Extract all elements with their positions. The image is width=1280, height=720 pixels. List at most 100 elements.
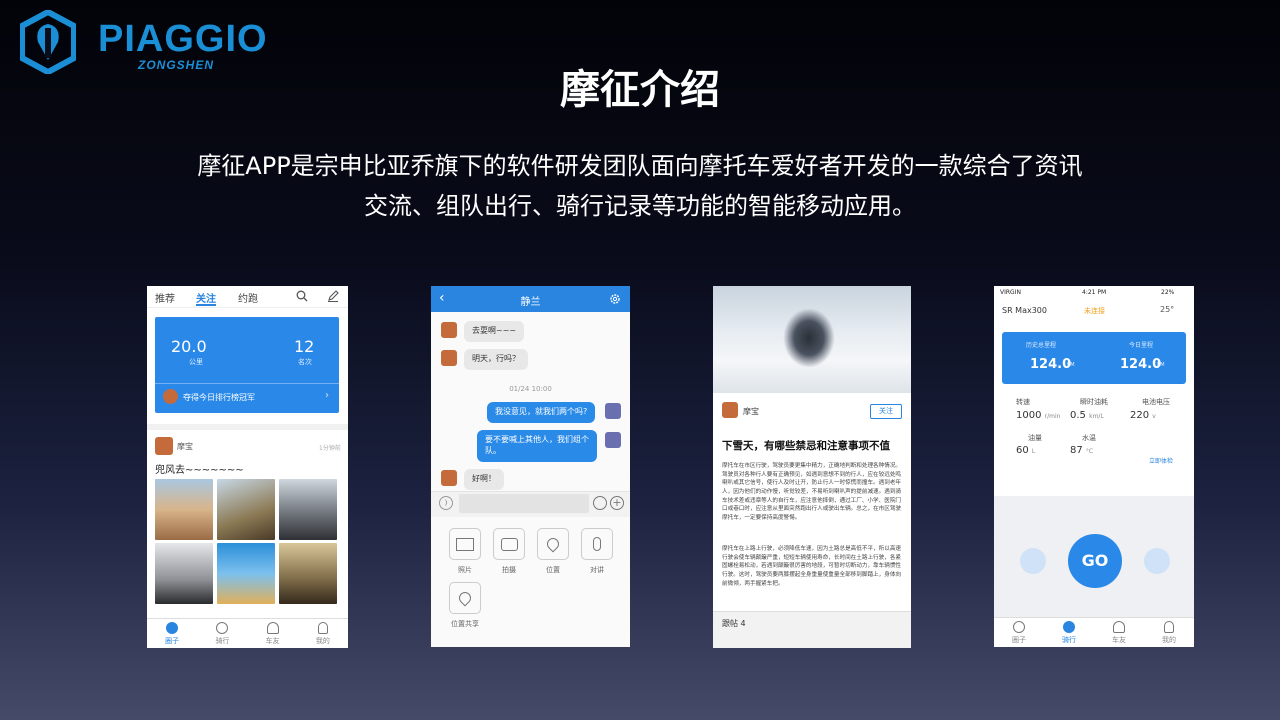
fuel-level-label: 油量 [1028, 434, 1042, 442]
tab-follow[interactable]: 关注 [196, 290, 216, 305]
emoji-icon[interactable] [593, 496, 607, 510]
total-mileage-value: 124.0 [1030, 357, 1072, 372]
tool-label: 位置共享 [451, 620, 479, 628]
avatar [605, 432, 621, 448]
tool-camera[interactable]: 拍摄 [492, 528, 526, 575]
tab-label: 骑行 [1062, 635, 1076, 644]
voltage-unit: v [1152, 413, 1156, 420]
search-icon[interactable] [296, 290, 308, 302]
tab-friends[interactable]: 车友 [1094, 618, 1144, 647]
temperature: 25° [1160, 305, 1175, 314]
article-cover-photo [713, 286, 911, 393]
clock: 4:21 PM [1082, 289, 1107, 296]
motorcycle-image [783, 308, 835, 368]
screenshot-chat: ‹ 静兰 去耍啊~~~ 明天，行吗？ 01/24 10:00 我没意见，就我们两… [431, 286, 630, 647]
battery-voltage-label: 电池电压 [1142, 398, 1170, 406]
brand-name: PIAGGIO [98, 18, 268, 60]
go-button[interactable]: GO [1068, 534, 1122, 588]
map-icon[interactable] [1144, 548, 1170, 574]
rpm-label: 转速 [1016, 398, 1030, 406]
rank-champion-text: 夺得今日排行榜冠军 [183, 393, 255, 402]
user-icon [1164, 620, 1174, 633]
avatar [605, 403, 621, 419]
plus-icon[interactable]: + [610, 496, 624, 510]
microphone-icon [593, 537, 601, 551]
user-icon [317, 621, 328, 634]
battery-voltage-value: 220 v [1130, 410, 1156, 421]
voltage-number: 220 [1130, 410, 1150, 421]
km-unit: KM [1157, 362, 1165, 368]
divider [155, 383, 339, 384]
screenshot-article: 摩宝 关注 下雪天，有哪些禁忌和注意事项不值 摩托车在市区行驶，驾驶员要更集中精… [713, 286, 911, 648]
rpm-value: 1000 r/min [1016, 410, 1060, 421]
avatar [155, 437, 173, 455]
km-unit: KM [1067, 362, 1075, 368]
avatar [441, 322, 457, 338]
tab-circle[interactable]: 圈子 [147, 619, 197, 648]
speedometer-icon [1063, 620, 1075, 633]
avatar [441, 350, 457, 366]
ride-stats-card[interactable]: 20.0 公里 12 名次 夺得今日排行榜冠军 › [155, 317, 339, 413]
intro-line-2: 交流、组队出行、骑行记录等功能的智能移动应用。 [364, 192, 916, 220]
post-username[interactable]: 摩宝 [177, 441, 193, 452]
tool-label: 拍摄 [502, 566, 516, 574]
device-model[interactable]: SR Max300 [1002, 306, 1047, 315]
tool-location[interactable]: 位置 [536, 528, 570, 575]
tab-recommend[interactable]: 推荐 [155, 290, 175, 305]
message-input[interactable] [459, 494, 589, 513]
check-now-link[interactable]: 立即体检 [1149, 456, 1173, 465]
tab-ride[interactable]: 约跑 [238, 290, 258, 305]
tab-mine[interactable]: 我的 [1144, 618, 1194, 647]
tab-mine[interactable]: 我的 [298, 619, 348, 648]
tool-label: 照片 [458, 566, 472, 574]
tab-label: 骑行 [215, 636, 230, 645]
post-text: 兜风去~~~~~~~ [155, 465, 244, 476]
friends-icon [266, 621, 279, 634]
chat-message: 去耍啊~~~ [464, 321, 525, 342]
tab-circle[interactable]: 圈子 [994, 618, 1044, 647]
chat-timestamp: 01/24 10:00 [509, 385, 552, 393]
voice-icon[interactable]: ) [439, 496, 453, 510]
chat-message: 好啊！ [464, 469, 504, 490]
today-mileage-value: 124.0 [1120, 357, 1162, 372]
settings-icon[interactable] [609, 293, 621, 305]
tab-friends[interactable]: 车友 [248, 619, 298, 648]
post-photo[interactable] [279, 543, 337, 604]
fuel-consumption-value: 0.5 km/L [1070, 410, 1104, 421]
edit-icon[interactable] [327, 290, 339, 302]
screenshot-dashboard: VIRGIN 4:21 PM 22% SR Max300 未连接 25° 历史总… [994, 286, 1194, 647]
location-share-icon [456, 589, 474, 607]
connection-status[interactable]: 未连接 [1084, 306, 1105, 316]
divider [147, 424, 348, 430]
divider [713, 611, 911, 612]
tab-label: 我的 [1162, 635, 1176, 644]
carrier: VIRGIN [1000, 289, 1021, 296]
mileage-card: 历史总里程 124.0 KM 今日里程 124.0 KM [1002, 332, 1186, 384]
fuel-level-unit: L [1031, 448, 1036, 455]
tab-label: 圈子 [1012, 635, 1026, 644]
tab-riding[interactable]: 骑行 [1044, 618, 1094, 647]
article-headline: 下雪天，有哪些禁忌和注意事项不值 [722, 440, 890, 452]
post-photo[interactable] [155, 543, 213, 604]
post-photo[interactable] [279, 479, 337, 540]
tool-intercom[interactable]: 对讲 [580, 528, 614, 575]
friends-icon [1113, 620, 1125, 633]
camera-icon [500, 537, 518, 551]
fuel-consumption-label: 瞬时油耗 [1080, 398, 1108, 406]
tab-riding[interactable]: 骑行 [197, 619, 247, 648]
post-photo[interactable] [217, 543, 275, 604]
tool-photo[interactable]: 照片 [448, 528, 482, 575]
circle-icon [1013, 620, 1025, 633]
reply-count[interactable]: 跟帖 4 [722, 618, 746, 629]
tool-label: 位置 [546, 566, 560, 574]
speedometer-icon [216, 621, 229, 634]
post-photo[interactable] [217, 479, 275, 540]
location-icon[interactable] [1020, 548, 1046, 574]
post-photo[interactable] [155, 479, 213, 540]
article-author[interactable]: 摩宝 [743, 406, 759, 417]
chevron-right-icon: › [325, 390, 329, 401]
tool-share-location[interactable]: 位置共享 [448, 582, 482, 629]
article-footer [713, 611, 911, 648]
tab-label: 车友 [1112, 635, 1126, 644]
follow-button[interactable]: 关注 [870, 404, 902, 419]
